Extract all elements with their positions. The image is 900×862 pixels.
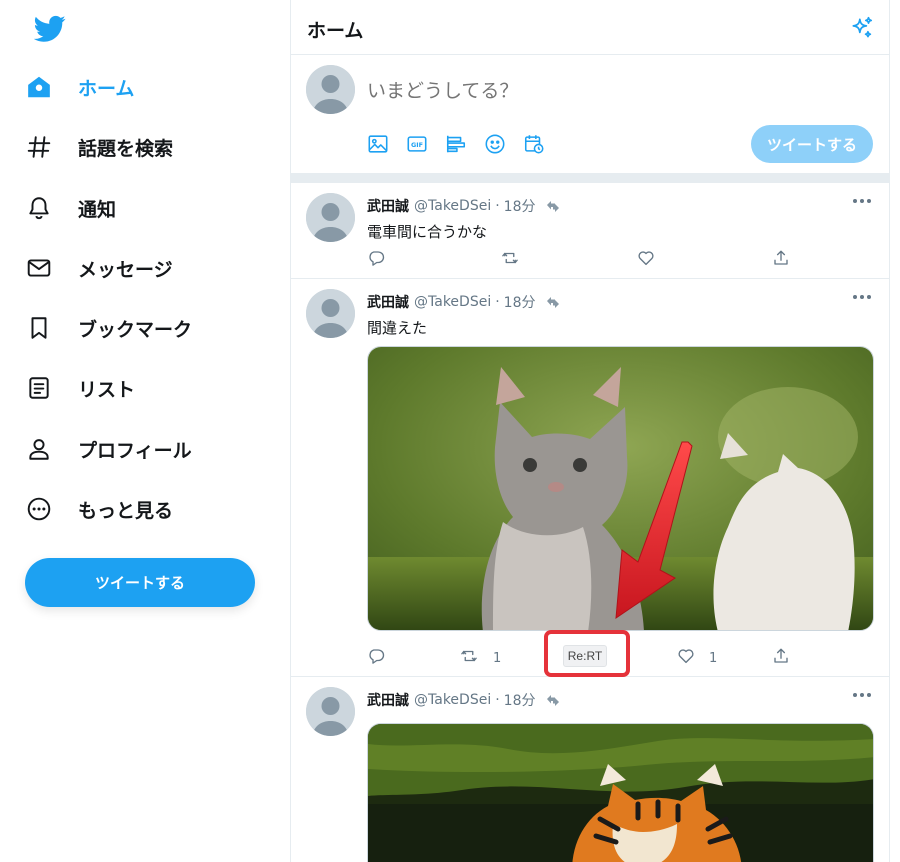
more-circle-icon xyxy=(24,494,54,524)
author-name[interactable]: 武田誠 xyxy=(367,196,409,216)
svg-text:GIF: GIF xyxy=(411,141,423,149)
tweet-item[interactable]: 武田誠 @TakeDSei · 18分 電車間に合うかな xyxy=(291,183,889,279)
retweet-count: 1 xyxy=(493,650,502,666)
nav-more[interactable]: もっと見る xyxy=(24,485,173,533)
nav-lists[interactable]: リスト xyxy=(24,364,135,412)
heart-icon xyxy=(637,249,655,271)
section-divider xyxy=(291,173,889,183)
emoji-icon[interactable] xyxy=(482,131,508,157)
twitter-logo-icon[interactable] xyxy=(33,12,66,44)
more-options-icon[interactable] xyxy=(851,289,873,303)
retweet-icon xyxy=(500,249,520,271)
avatar[interactable] xyxy=(306,687,355,736)
heart-icon xyxy=(677,647,695,669)
nav-label: プロフィール xyxy=(78,439,192,462)
retweet-button[interactable] xyxy=(500,249,520,271)
nav-profile[interactable]: プロフィール xyxy=(24,425,192,473)
tweet-time[interactable]: 18分 xyxy=(504,690,536,710)
compose-toolbar: GIF xyxy=(365,131,547,157)
mail-icon xyxy=(24,253,54,283)
nav-notifications[interactable]: 通知 xyxy=(24,184,116,232)
avatar[interactable] xyxy=(306,289,355,338)
tweet-header: 武田誠 @TakeDSei · 18分 xyxy=(367,292,562,312)
avatar[interactable] xyxy=(306,65,355,114)
nav-label: メッセージ xyxy=(78,258,173,281)
relay-arrows-icon[interactable] xyxy=(544,198,562,214)
page-title: ホーム xyxy=(307,20,364,42)
compose-tweet-button[interactable]: ツイートする xyxy=(751,125,873,163)
reply-button[interactable] xyxy=(367,647,385,669)
home-icon xyxy=(24,72,54,102)
timeline-column: ホーム GIF ツイートする xyxy=(290,0,890,862)
gif-icon[interactable]: GIF xyxy=(404,131,430,157)
annotation-arrow xyxy=(600,440,700,640)
avatar[interactable] xyxy=(306,193,355,242)
author-handle[interactable]: @TakeDSei xyxy=(414,692,491,708)
nav-home[interactable]: ホーム xyxy=(24,63,134,111)
share-button[interactable] xyxy=(772,249,790,271)
author-name[interactable]: 武田誠 xyxy=(367,690,409,710)
compose-input[interactable] xyxy=(367,75,867,107)
more-options-icon[interactable] xyxy=(851,193,873,207)
tweet-actions xyxy=(367,249,797,271)
share-icon xyxy=(772,647,790,669)
more-options-icon[interactable] xyxy=(851,687,873,701)
person-icon xyxy=(24,434,54,464)
sidebar-tweet-button[interactable]: ツイートする xyxy=(25,558,255,607)
tweet-photo-tiger[interactable] xyxy=(367,723,874,862)
nav-bookmarks[interactable]: ブックマーク xyxy=(24,304,192,352)
reply-icon xyxy=(367,647,385,669)
tweet-item[interactable]: 武田誠 @TakeDSei · 18分 間違えた 1 Re:RT 1 xyxy=(291,279,889,677)
bookmark-icon xyxy=(24,313,54,343)
image-icon[interactable] xyxy=(365,131,391,157)
author-handle[interactable]: @TakeDSei xyxy=(414,294,491,310)
sidebar: ホーム 話題を検索 通知 メッセージ ブックマーク リスト プロフィール もっと… xyxy=(0,0,290,862)
separator-dot: · xyxy=(495,198,500,214)
author-name[interactable]: 武田誠 xyxy=(367,292,409,312)
relay-arrows-icon[interactable] xyxy=(544,294,562,310)
retweet-button[interactable]: 1 xyxy=(459,647,501,669)
relay-arrows-icon[interactable] xyxy=(544,692,562,708)
tweet-time[interactable]: 18分 xyxy=(504,196,536,216)
schedule-icon[interactable] xyxy=(521,131,547,157)
like-button[interactable]: 1 xyxy=(677,647,717,669)
tweet-item[interactable]: 武田誠 @TakeDSei · 18分 xyxy=(291,677,889,862)
nav-messages[interactable]: メッセージ xyxy=(24,244,173,292)
bell-icon xyxy=(24,193,54,223)
author-handle[interactable]: @TakeDSei xyxy=(414,198,491,214)
poll-icon[interactable] xyxy=(443,131,469,157)
nav-label: 通知 xyxy=(78,198,117,221)
tweet-text: 電車間に合うかな xyxy=(367,223,488,241)
nav-label: リスト xyxy=(78,378,136,401)
reply-icon xyxy=(367,249,385,271)
tweet-header: 武田誠 @TakeDSei · 18分 xyxy=(367,196,562,216)
separator-dot: · xyxy=(495,692,500,708)
nav-explore[interactable]: 話題を検索 xyxy=(24,123,173,171)
hashtag-icon xyxy=(24,132,54,162)
tweet-time[interactable]: 18分 xyxy=(504,292,536,312)
nav-label: 話題を検索 xyxy=(78,137,174,160)
share-button[interactable] xyxy=(772,647,790,669)
like-count: 1 xyxy=(709,650,718,666)
separator-dot: · xyxy=(495,294,500,310)
retweet-icon xyxy=(459,647,479,669)
list-icon xyxy=(24,373,54,403)
nav-label: もっと見る xyxy=(78,499,174,522)
tweet-text: 間違えた xyxy=(367,319,428,337)
timeline-header: ホーム xyxy=(291,0,889,55)
tweet-header: 武田誠 @TakeDSei · 18分 xyxy=(367,690,562,710)
reply-button[interactable] xyxy=(367,249,385,271)
nav-label: ブックマーク xyxy=(78,318,193,341)
like-button[interactable] xyxy=(637,249,655,271)
nav-label: ホーム xyxy=(78,77,135,100)
compose-box: GIF ツイートする xyxy=(291,55,889,173)
sparkle-icon[interactable] xyxy=(849,15,875,41)
annotation-highlight-box xyxy=(544,630,630,677)
share-icon xyxy=(772,249,790,271)
